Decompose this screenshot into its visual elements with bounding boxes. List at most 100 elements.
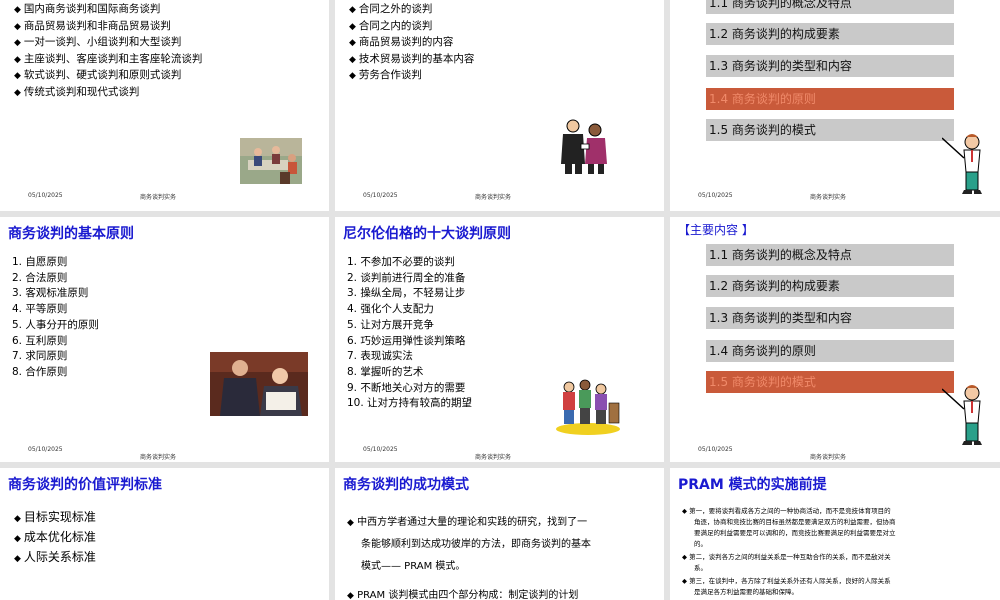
slide-title: PRAM 模式的实施前提 xyxy=(678,477,827,493)
list-item: 6. 互利原则 xyxy=(12,334,68,347)
slide-title: 商务谈判的基本原则 xyxy=(8,226,134,242)
list-item: 9. 不断地关心对方的需要 xyxy=(347,381,466,394)
slide-7[interactable]: 商务谈判的价值评判标准 目标实现标准 成本优化标准 人际关系标准 xyxy=(0,468,329,600)
people-group-illustration xyxy=(556,379,620,435)
list-item: 3. 操纵全局，不轻易让步 xyxy=(347,287,466,300)
slide-3[interactable]: 1.1 商务谈判的概念及特点 1.2 商务谈判的构成要素 1.3 商务谈判的类型… xyxy=(670,0,1000,211)
section-heading: 【主要内容 】 xyxy=(678,223,754,237)
business-photo-illustration xyxy=(210,352,308,416)
text-line: 是满足各方利益需要的基础和保障。 xyxy=(694,588,798,596)
text-line: 条能够顺利到达成功彼岸的方法，即商务谈判的基本 xyxy=(361,539,591,550)
diamond-bullet-icon: ◆ xyxy=(347,591,354,600)
list-item: 商品贸易谈判的内容 xyxy=(349,35,474,52)
list-item: 商品贸易谈判和非商品贸易谈判 xyxy=(14,19,202,36)
list-item: 4. 平等原则 xyxy=(12,303,68,316)
toc-item-1-1[interactable]: 1.1 商务谈判的概念及特点 xyxy=(706,0,954,14)
toc-item-1-4[interactable]: 1.4 商务谈判的原则 xyxy=(706,340,954,362)
list-item: 劳务合作谈判 xyxy=(349,68,474,85)
list-item: 国内商务谈判和国际商务谈判 xyxy=(14,2,202,19)
diamond-bullet-icon: ◆ xyxy=(347,518,354,528)
slide-5[interactable]: 尼尔伦伯格的十大谈判原则 1. 不参加不必要的谈判 2. 谈判前进行周全的准备 … xyxy=(335,217,664,462)
text-line: 第一，要将谈判看成各方之间的一种协商活动，而不是竞技体育项目的 xyxy=(689,507,891,515)
toc-item-1-3[interactable]: 1.3 商务谈判的类型和内容 xyxy=(706,307,954,329)
slide-9[interactable]: PRAM 模式的实施前提 ◆ 第一，要将谈判看成各方之间的一种协商活动，而不是竞… xyxy=(670,468,1000,600)
handshake-illustration xyxy=(561,119,607,174)
slide-title: 商务谈判的成功模式 xyxy=(343,477,469,493)
slide-title: 商务谈判的价值评判标准 xyxy=(8,477,162,493)
meeting-photo-illustration xyxy=(240,138,302,184)
footer-course: 商务谈判实务 xyxy=(140,194,177,201)
list-item: 成本优化标准 xyxy=(14,528,96,548)
footer-course: 商务谈判实务 xyxy=(810,194,847,201)
text-line: 系。 xyxy=(694,564,707,572)
slide-4[interactable]: 商务谈判的基本原则 1. 自愿原则 2. 合法原则 3. 客观标准原则 4. 平… xyxy=(0,217,329,462)
list-item: 合同之外的谈判 xyxy=(349,2,474,19)
text-line: 角逐，协商和竞技比赛的目标虽然都是要满足双方的利益需要，但协商 xyxy=(694,518,896,526)
paragraph-1: ◆ 第一，要将谈判看成各方之间的一种协商活动，而不是竞技体育项目的 角逐，协商和… xyxy=(682,506,896,598)
list-item: 2. 谈判前进行周全的准备 xyxy=(347,271,466,284)
footer-course: 商务谈判实务 xyxy=(140,454,177,461)
list-item: 技术贸易谈判的基本内容 xyxy=(349,52,475,69)
diamond-bullet-icon: ◆ xyxy=(682,507,687,515)
paragraph-line: 是满足各方利益需要的基础和保障。 xyxy=(682,587,896,598)
paragraph-2: ◆ PRAM 谈判模式由四个部分构成：制定谈判的计划 xyxy=(347,586,578,600)
bullet-list: 目标实现标准 成本优化标准 人际关系标准 xyxy=(14,508,96,568)
list-item: 5. 人事分开的原则 xyxy=(12,318,99,331)
list-item: 主座谈判、客座谈判和主客座轮流谈判 xyxy=(14,52,203,69)
list-item: 8. 合作原则 xyxy=(12,365,68,378)
slide-1[interactable]: 国内商务谈判和国际商务谈判 商品贸易谈判和非商品贸易谈判 一对一谈判、小组谈判和… xyxy=(0,0,329,211)
list-item: 7. 求同原则 xyxy=(12,350,68,363)
toc-item-1-1[interactable]: 1.1 商务谈判的概念及特点 xyxy=(706,244,954,266)
list-item: 1. 不参加不必要的谈判 xyxy=(347,256,455,268)
numbered-list: 1. 不参加不必要的谈判 2. 谈判前进行周全的准备 3. 操纵全局，不轻易让步… xyxy=(347,255,472,412)
text-line: 第三，在谈判中，各方除了利益关系外还有人际关系，良好的人际关系 xyxy=(689,577,891,585)
slide-8[interactable]: 商务谈判的成功模式 ◆ 中西方学者通过大量的理论和实践的研究，找到了一 条能够顺… xyxy=(335,468,664,600)
text-line: PRAM 谈判模式由四个部分构成：制定谈判的计划 xyxy=(357,590,579,600)
list-item: 2. 合法原则 xyxy=(12,271,68,284)
text-line: 中西方学者通过大量的理论和实践的研究，找到了一 xyxy=(357,517,588,528)
toc-item-1-5[interactable]: 1.5 商务谈判的模式 xyxy=(706,371,954,393)
paragraph-1: ◆ 中西方学者通过大量的理论和实践的研究，找到了一 条能够顺利到达成功彼岸的方法… xyxy=(347,512,591,578)
list-item: 5. 让对方展开竞争 xyxy=(347,318,434,331)
footer-date: 05/10/2025 xyxy=(698,446,733,453)
paragraph-line: 要满足的利益需要是可以调和的，而竞技比赛要满足的利益需要是对立 xyxy=(682,528,896,539)
list-item: 传统式谈判和现代式谈判 xyxy=(14,85,202,102)
footer-course: 商务谈判实务 xyxy=(475,454,512,461)
footer-course: 商务谈判实务 xyxy=(475,194,512,201)
toc-item-1-5[interactable]: 1.5 商务谈判的模式 xyxy=(706,119,954,141)
footer-course: 商务谈判实务 xyxy=(810,454,847,461)
diamond-bullet-icon: ◆ xyxy=(682,553,687,561)
list-item: 8. 掌握听的艺术 xyxy=(347,365,424,378)
toc-item-1-2[interactable]: 1.2 商务谈判的构成要素 xyxy=(706,23,954,45)
list-item: 一对一谈判、小组谈判和大型谈判 xyxy=(14,35,202,52)
numbered-list: 1. 自愿原则 2. 合法原则 3. 客观标准原则 4. 平等原则 5. 人事分… xyxy=(12,255,99,381)
footer-date: 05/10/2025 xyxy=(28,446,63,453)
footer-date: 05/10/2025 xyxy=(363,192,398,199)
text-line: 的。 xyxy=(694,540,707,548)
toc-item-1-2[interactable]: 1.2 商务谈判的构成要素 xyxy=(706,275,954,297)
paragraph-line: 角逐，协商和竞技比赛的目标虽然都是要满足双方的利益需要，但协商 xyxy=(682,517,896,528)
paragraph-line: ◆ 第一，要将谈判看成各方之间的一种协商活动，而不是竞技体育项目的 xyxy=(682,506,896,517)
slide-title: 尼尔伦伯格的十大谈判原则 xyxy=(343,226,511,242)
paragraph-line: 系。 xyxy=(682,563,896,574)
teacher-pointer-illustration xyxy=(942,385,982,445)
list-item: 6. 巧妙运用弹性谈判策略 xyxy=(347,334,466,347)
bullet-list: 国内商务谈判和国际商务谈判 商品贸易谈判和非商品贸易谈判 一对一谈判、小组谈判和… xyxy=(14,2,203,102)
list-item: 合同之内的谈判 xyxy=(349,19,474,36)
toc-item-1-4[interactable]: 1.4 商务谈判的原则 xyxy=(706,88,954,110)
list-item: 7. 表现诚实法 xyxy=(347,350,413,363)
paragraph-line: 条能够顺利到达成功彼岸的方法，即商务谈判的基本 xyxy=(347,534,591,556)
diamond-bullet-icon: ◆ xyxy=(682,577,687,585)
text-line: 要满足的利益需要是可以调和的，而竞技比赛要满足的利益需要是对立 xyxy=(694,529,896,537)
toc-item-1-3[interactable]: 1.3 商务谈判的类型和内容 xyxy=(706,55,954,77)
footer-date: 05/10/2025 xyxy=(28,192,63,199)
list-item: 4. 强化个人支配力 xyxy=(347,303,434,316)
text-line: 模式—— PRAM 模式。 xyxy=(361,561,466,572)
paragraph-line: 模式—— PRAM 模式。 xyxy=(347,556,591,578)
paragraph-line: 的。 xyxy=(682,539,896,550)
list-item: 软式谈判、硬式谈判和原则式谈判 xyxy=(14,68,202,85)
footer-date: 05/10/2025 xyxy=(363,446,398,453)
slide-6[interactable]: 【主要内容 】 1.1 商务谈判的概念及特点 1.2 商务谈判的构成要素 1.3… xyxy=(670,217,1000,462)
footer-date: 05/10/2025 xyxy=(698,192,733,199)
slide-2[interactable]: 合同之外的谈判 合同之内的谈判 商品贸易谈判的内容 技术贸易谈判的基本内容 劳务… xyxy=(335,0,664,211)
